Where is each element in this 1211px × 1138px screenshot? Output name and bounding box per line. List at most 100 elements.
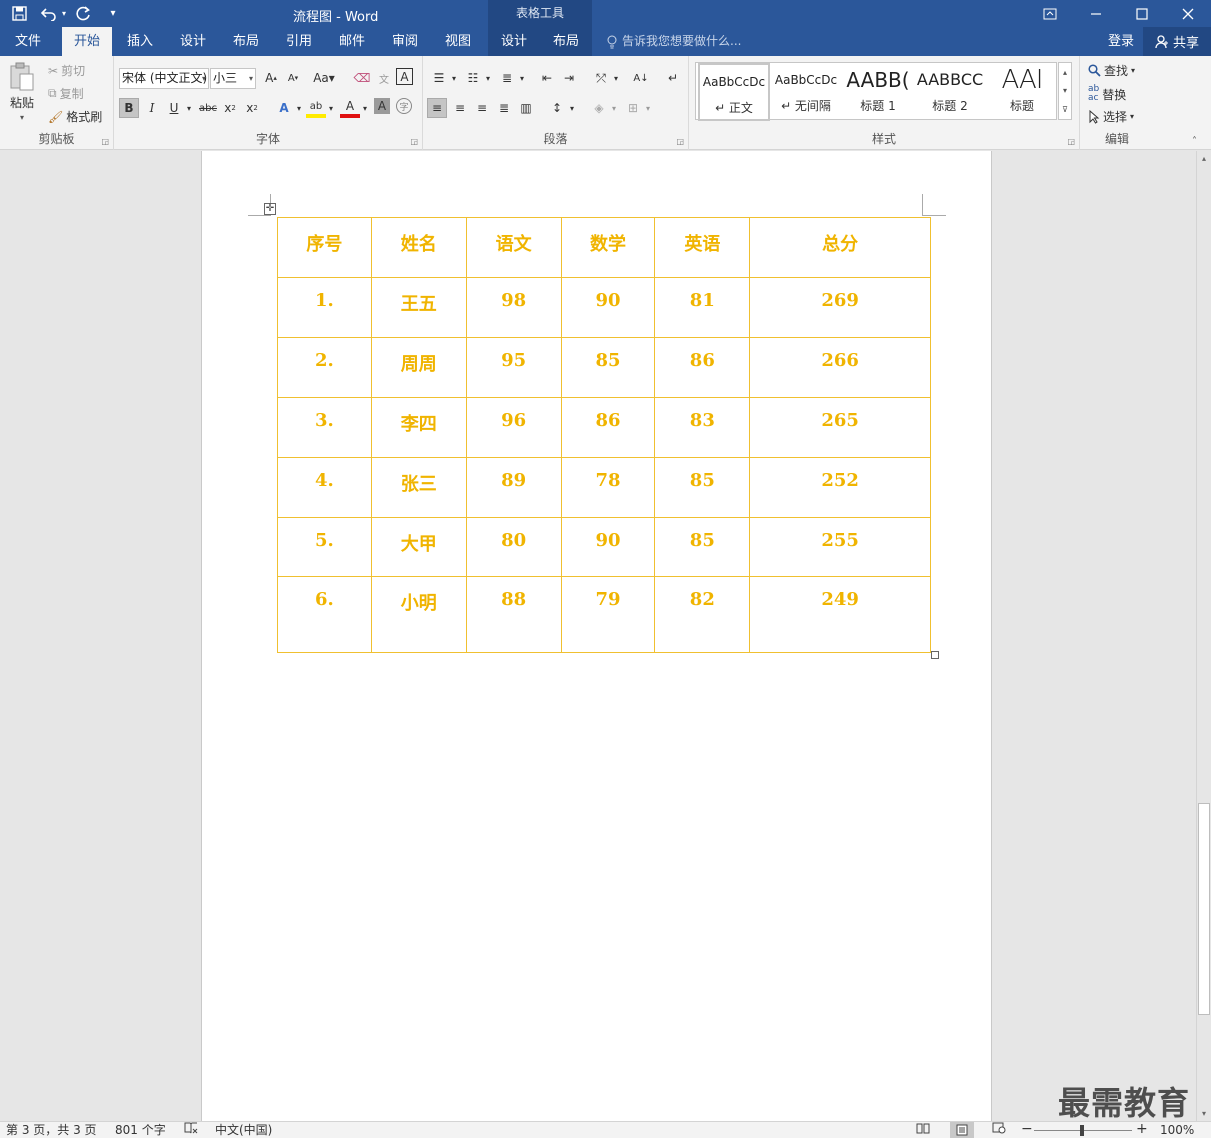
tab-mailings[interactable]: 邮件 xyxy=(328,27,376,56)
scroll-up-icon[interactable]: ▴ xyxy=(1197,151,1211,166)
language-indicator[interactable]: 中文(中国) xyxy=(215,1122,272,1138)
font-size-combo[interactable]: 小三 ▾ xyxy=(210,68,256,89)
read-mode-icon[interactable] xyxy=(916,1122,930,1138)
table-cell[interactable]: 98 xyxy=(465,277,562,338)
table-cell[interactable]: 78 xyxy=(560,457,656,518)
tab-review[interactable]: 审阅 xyxy=(381,27,429,56)
header-cell[interactable]: 序号 xyxy=(277,217,372,278)
change-case-button[interactable]: Aa▾ xyxy=(310,68,338,88)
paragraph-launcher-icon[interactable]: ◲ xyxy=(676,137,684,146)
chinese-layout-button[interactable]: ⤱ ▾ xyxy=(591,68,618,88)
grow-font-button[interactable]: A ▴ xyxy=(261,68,281,88)
proofing-icon[interactable] xyxy=(184,1122,198,1138)
select-button[interactable]: 选择 ▾ xyxy=(1088,108,1134,125)
web-layout-icon[interactable] xyxy=(992,1122,1006,1138)
subscript-button[interactable]: x2 xyxy=(220,98,240,118)
find-button[interactable]: 查找 ▾ xyxy=(1088,62,1135,79)
table-cell[interactable]: 5. xyxy=(277,517,372,577)
header-cell[interactable]: 数学 xyxy=(560,217,656,278)
tab-table-layout[interactable]: 布局 xyxy=(540,27,592,56)
table-cell[interactable]: 85 xyxy=(560,337,656,398)
page-count[interactable]: 第 3 页，共 3 页 xyxy=(6,1122,97,1138)
tab-design[interactable]: 设计 xyxy=(169,27,217,56)
undo-dropdown-icon[interactable]: ▾ xyxy=(62,9,66,18)
font-launcher-icon[interactable]: ◲ xyxy=(410,137,418,146)
minimize-button[interactable] xyxy=(1073,0,1119,27)
shrink-font-button[interactable]: A ▾ xyxy=(283,68,303,88)
table-cell[interactable]: 4. xyxy=(277,457,372,518)
numbering-button[interactable]: ☷ ▾ xyxy=(463,68,490,88)
underline-button[interactable]: U ▾ xyxy=(164,98,191,118)
table-cell[interactable]: 小明 xyxy=(370,576,467,653)
superscript-button[interactable]: x2 xyxy=(242,98,262,118)
table-move-handle-icon[interactable]: ✛ xyxy=(264,203,276,215)
styles-launcher-icon[interactable]: ◲ xyxy=(1067,137,1075,146)
customize-qat-icon[interactable]: ▾ xyxy=(100,3,126,25)
scrollbar-thumb[interactable] xyxy=(1198,803,1210,1015)
tab-table-design[interactable]: 设计 xyxy=(488,27,540,56)
highlight-button[interactable]: ab ▾ xyxy=(306,98,333,118)
redo-button[interactable] xyxy=(70,3,96,25)
clipboard-launcher-icon[interactable]: ◲ xyxy=(101,137,109,146)
styles-gallery-scroll[interactable]: ▴ ▾ ⊽ xyxy=(1058,62,1072,120)
table-resize-handle[interactable] xyxy=(931,651,939,659)
italic-button[interactable]: I xyxy=(142,98,162,118)
tab-layout[interactable]: 布局 xyxy=(222,27,270,56)
clear-formatting-button[interactable]: ⌫ xyxy=(352,68,372,88)
increase-indent-button[interactable]: ⇥ xyxy=(559,68,579,88)
table-cell[interactable]: 6. xyxy=(277,576,372,653)
align-right-button[interactable]: ≡ xyxy=(472,98,492,118)
tab-file[interactable]: 文件 xyxy=(4,27,52,56)
font-name-combo[interactable]: 宋体 (中文正文) ▾ xyxy=(119,68,209,89)
multilevel-list-button[interactable]: ≣ ▾ xyxy=(497,68,524,88)
header-cell[interactable]: 英语 xyxy=(654,217,751,278)
tab-view[interactable]: 视图 xyxy=(434,27,482,56)
table-cell[interactable]: 83 xyxy=(654,397,751,458)
character-border-button[interactable]: A xyxy=(396,68,413,85)
align-left-button[interactable]: ≡ xyxy=(427,98,447,118)
cut-button[interactable]: ✂ 剪切 xyxy=(48,62,85,79)
font-color-button[interactable]: A ▾ xyxy=(340,98,367,118)
table-cell[interactable]: 249 xyxy=(749,576,931,653)
table-cell[interactable]: 266 xyxy=(749,337,931,398)
bold-button[interactable]: B xyxy=(119,98,139,118)
table-cell[interactable]: 86 xyxy=(654,337,751,398)
table-cell[interactable]: 85 xyxy=(654,517,751,577)
tell-me-search[interactable]: 告诉我您想要做什么... xyxy=(606,27,741,56)
table-cell[interactable]: 86 xyxy=(560,397,656,458)
tab-references[interactable]: 引用 xyxy=(275,27,323,56)
table-cell[interactable]: 1. xyxy=(277,277,372,338)
header-cell[interactable]: 语文 xyxy=(465,217,562,278)
collapse-ribbon-icon[interactable]: ˄ xyxy=(1192,136,1197,147)
paste-button[interactable]: 粘贴 ▾ xyxy=(8,62,36,122)
table-cell[interactable]: 3. xyxy=(277,397,372,458)
shading-button[interactable]: ◈ ▾ xyxy=(589,98,616,118)
enclose-characters-button[interactable]: 字 xyxy=(396,98,412,114)
table-cell[interactable]: 81 xyxy=(654,277,751,338)
tab-home[interactable]: 开始 xyxy=(62,27,112,56)
undo-button[interactable] xyxy=(36,3,62,25)
table-cell[interactable]: 85 xyxy=(654,457,751,518)
ribbon-display-options-button[interactable] xyxy=(1027,0,1073,27)
style-normal[interactable]: AaBbCcDc ↵ 正文 xyxy=(698,63,770,121)
sign-in-link[interactable]: 登录 xyxy=(1108,27,1134,56)
align-center-button[interactable]: ≡ xyxy=(450,98,470,118)
print-layout-icon[interactable] xyxy=(950,1122,974,1138)
word-count[interactable]: 801 个字 xyxy=(115,1122,166,1138)
zoom-level[interactable]: 100% xyxy=(1160,1122,1194,1138)
table-cell[interactable]: 89 xyxy=(465,457,562,518)
character-shading-button[interactable]: A xyxy=(374,98,390,114)
table-cell[interactable]: 269 xyxy=(749,277,931,338)
table-cell[interactable]: 82 xyxy=(654,576,751,653)
header-cell[interactable]: 总分 xyxy=(749,217,931,278)
table-cell[interactable]: 李四 xyxy=(370,397,467,458)
header-cell[interactable]: 姓名 xyxy=(370,217,467,278)
close-button[interactable] xyxy=(1165,0,1211,27)
phonetic-guide-button[interactable]: 文 xyxy=(374,68,394,88)
bullets-button[interactable]: ☰ ▾ xyxy=(429,68,456,88)
borders-button[interactable]: ⊞ ▾ xyxy=(623,98,650,118)
style-no-spacing[interactable]: AaBbCcDc ↵ 无间隔 xyxy=(770,63,842,121)
save-button[interactable] xyxy=(6,3,32,25)
table-cell[interactable]: 96 xyxy=(465,397,562,458)
justify-button[interactable]: ≣ xyxy=(494,98,514,118)
